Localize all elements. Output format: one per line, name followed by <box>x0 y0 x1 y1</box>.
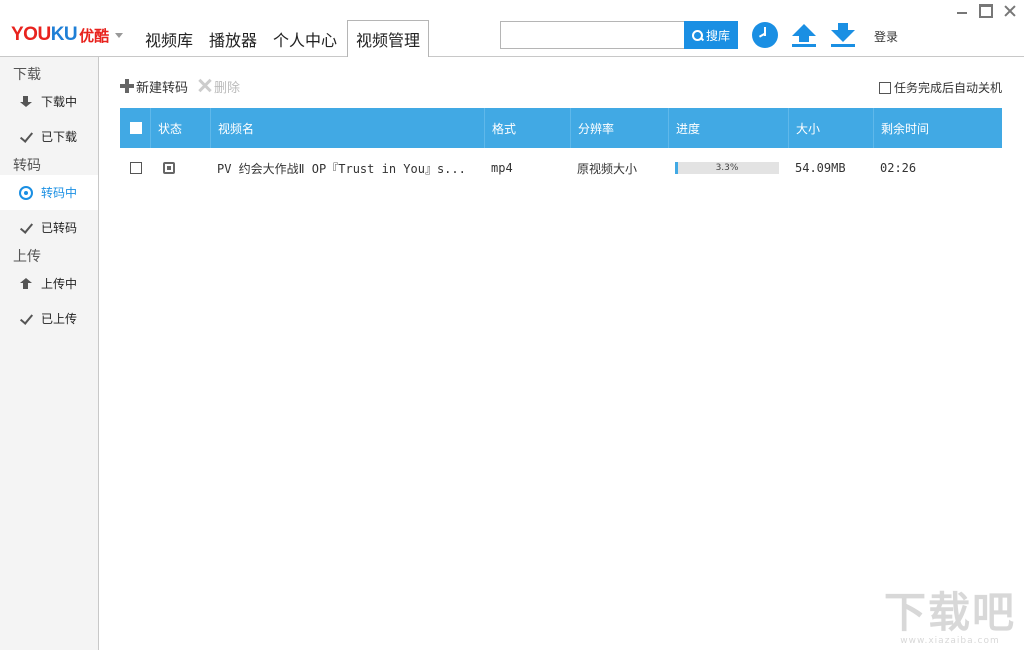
sidebar-group-upload: 上传 <box>13 249 41 265</box>
header-format: 格式 <box>484 108 570 148</box>
search-icon <box>691 29 703 41</box>
search-button-label: 搜库 <box>705 28 730 43</box>
delete-icon <box>198 79 212 93</box>
sidebar-group-download: 下载 <box>13 67 41 83</box>
converting-status-icon <box>163 162 175 174</box>
header-video-name: 视频名 <box>210 108 484 148</box>
login-link[interactable]: 登录 <box>874 28 898 45</box>
select-all-cell <box>120 108 150 148</box>
check-icon <box>19 130 33 144</box>
tab-personal-center[interactable]: 个人中心 <box>265 20 345 57</box>
clock-icon[interactable] <box>752 22 778 48</box>
delete-label: 删除 <box>214 80 241 96</box>
sidebar-item-downloading[interactable]: 下载中 <box>0 84 98 119</box>
select-all-checkbox[interactable] <box>130 122 142 134</box>
sidebar-item-label: 转码中 <box>41 186 78 200</box>
sidebar-item-converted[interactable]: 已转码 <box>0 210 98 245</box>
size-cell: 54.09MB <box>795 161 846 175</box>
search-button[interactable]: 搜库 <box>684 21 738 49</box>
resolution-cell: 原视频大小 <box>577 161 638 176</box>
sidebar-group-convert: 转码 <box>13 158 41 174</box>
sidebar: 下载 下载中 已下载 转码 转码中 已转码 上传 上传中 已上传 <box>0 57 99 650</box>
upload-icon[interactable] <box>791 22 817 48</box>
sidebar-item-label: 已下载 <box>41 130 78 144</box>
remaining-time-cell: 02:26 <box>880 161 917 175</box>
tab-player[interactable]: 播放器 <box>201 20 265 57</box>
watermark: 下载吧 www.xiazaiba.com <box>883 588 1016 647</box>
status-cell <box>150 148 210 188</box>
delete-button[interactable]: 删除 <box>198 77 240 96</box>
video-name-cell: PV 约会大作战Ⅱ OP『Trust in You』s... <box>217 161 466 176</box>
minimize-icon[interactable] <box>955 4 969 18</box>
download-icon[interactable] <box>830 22 856 48</box>
header-resolution: 分辨率 <box>570 108 668 148</box>
top-header: YOUKU 优酷 视频库 播放器 个人中心 视频管理 搜库 登录 <box>0 0 1024 58</box>
header-size: 大小 <box>788 108 873 148</box>
progress-cell: 3.3% <box>668 148 788 188</box>
watermark-text: 下载吧 <box>883 588 1016 637</box>
table-row[interactable]: PV 约会大作战Ⅱ OP『Trust in You』s... mp4 原视频大小… <box>120 148 1002 188</box>
main-nav: 视频库 播放器 个人中心 视频管理 <box>137 20 430 58</box>
sidebar-item-label: 上传中 <box>41 277 78 291</box>
row-checkbox[interactable] <box>130 162 142 174</box>
sidebar-item-converting[interactable]: 转码中 <box>0 175 98 210</box>
close-icon[interactable] <box>1003 4 1017 18</box>
caret-down-icon[interactable] <box>115 32 124 38</box>
toolbar: 新建转码 删除 <box>120 77 240 96</box>
plus-icon <box>120 79 134 93</box>
progress-text: 3.3% <box>715 163 739 173</box>
check-icon <box>19 221 33 235</box>
maximize-icon[interactable] <box>979 4 993 18</box>
sidebar-item-label: 已上传 <box>41 312 78 326</box>
sidebar-item-label: 下载中 <box>41 95 78 109</box>
auto-shutdown-checkbox[interactable] <box>878 81 891 94</box>
youku-logo[interactable]: YOUKU 优酷 <box>11 22 124 48</box>
task-table: 状态 视频名 格式 分辨率 进度 大小 剩余时间 PV 约会大作战Ⅱ OP『Tr… <box>120 108 1002 188</box>
table-header: 状态 视频名 格式 分辨率 进度 大小 剩余时间 <box>120 108 1002 148</box>
auto-shutdown-label: 任务完成后自动关机 <box>893 81 1002 95</box>
sidebar-item-label: 已转码 <box>41 221 78 235</box>
format-cell: mp4 <box>491 161 513 175</box>
logo-wordmark: YOUKU <box>11 24 78 45</box>
header-remaining-time: 剩余时间 <box>873 108 1002 148</box>
logo-chinese: 优酷 <box>79 26 110 45</box>
header-status: 状态 <box>150 108 210 148</box>
tab-video-library[interactable]: 视频库 <box>137 20 201 57</box>
sidebar-item-uploaded[interactable]: 已上传 <box>0 301 98 336</box>
new-convert-button[interactable]: 新建转码 <box>120 77 188 96</box>
main-panel: 新建转码 删除 任务完成后自动关机 状态 视频名 格式 分辨率 进度 大小 剩余… <box>100 57 1024 650</box>
header-progress: 进度 <box>668 108 788 148</box>
sidebar-item-uploading[interactable]: 上传中 <box>0 266 98 301</box>
auto-shutdown-option[interactable]: 任务完成后自动关机 <box>878 79 1002 96</box>
row-select-cell <box>120 148 150 188</box>
new-convert-label: 新建转码 <box>136 80 189 96</box>
download-arrow-icon <box>19 95 33 109</box>
check-icon <box>19 312 33 326</box>
search-input[interactable] <box>500 21 685 49</box>
sidebar-item-downloaded[interactable]: 已下载 <box>0 119 98 154</box>
upload-arrow-icon <box>19 277 33 291</box>
progress-bar: 3.3% <box>675 162 779 174</box>
converting-icon <box>19 185 33 200</box>
tab-video-manager[interactable]: 视频管理 <box>347 20 430 58</box>
watermark-url: www.xiazaiba.com <box>900 636 1000 646</box>
progress-fill <box>675 162 679 174</box>
